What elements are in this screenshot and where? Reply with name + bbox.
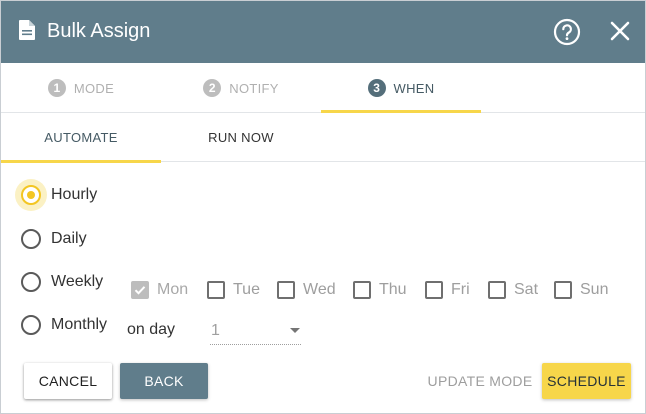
weekday-label: Sun — [580, 281, 609, 298]
checkbox[interactable] — [554, 281, 572, 299]
checkbox[interactable] — [425, 281, 443, 299]
weekday-label: Fri — [451, 281, 470, 298]
step-when[interactable]: 3 WHEN — [321, 63, 481, 113]
check-icon — [134, 286, 146, 295]
schedule-tabs: AUTOMATE RUN NOW — [1, 113, 645, 163]
weekday-checkbox-mon[interactable]: Mon — [131, 279, 188, 301]
help-circle-icon[interactable] — [553, 18, 581, 46]
weekday-label: Tue — [233, 281, 260, 298]
checkbox[interactable] — [207, 281, 225, 299]
radio-label: Monthly — [51, 316, 108, 333]
checkbox[interactable] — [131, 281, 149, 299]
weekday-checkbox-fri[interactable]: Fri — [425, 279, 470, 301]
radio-button[interactable] — [21, 272, 41, 292]
cancel-button[interactable]: CANCEL — [24, 363, 112, 399]
step-label: WHEN — [393, 80, 435, 96]
radio-label: Weekly — [51, 273, 104, 290]
day-of-month-select[interactable]: 1 — [210, 317, 301, 345]
schedule-button[interactable]: SCHEDULE — [542, 363, 631, 399]
step-number: 3 — [367, 79, 386, 97]
back-button[interactable]: BACK — [120, 363, 208, 399]
checkbox[interactable] — [277, 281, 295, 299]
weekday-checkbox-tue[interactable]: Tue — [207, 279, 260, 301]
radio-button[interactable] — [21, 229, 41, 249]
step-notify[interactable]: 2 NOTIFY — [161, 63, 321, 113]
dialog-title: Bulk Assign — [47, 20, 151, 42]
weekday-label: Sat — [514, 281, 539, 298]
weekday-label: Wed — [303, 281, 336, 298]
radio-label: Daily — [51, 230, 87, 247]
step-number: 2 — [203, 79, 222, 97]
update-mode-button[interactable]: UPDATE MODE — [427, 363, 533, 399]
weekday-checkbox-thu[interactable]: Thu — [353, 279, 407, 301]
weekday-label: Thu — [379, 281, 407, 298]
radio-button[interactable] — [21, 315, 41, 335]
close-icon[interactable] — [607, 18, 633, 44]
step-label: MODE — [73, 80, 115, 96]
radio-button[interactable] — [21, 185, 41, 205]
weekday-label: Mon — [157, 281, 189, 298]
stepper: 1 MODE 2 NOTIFY 3 WHEN — [1, 63, 645, 113]
step-mode[interactable]: 1 MODE — [1, 63, 161, 113]
step-number: 1 — [47, 79, 66, 97]
bulk-assign-dialog: Bulk Assign 1 MODE 2 NOTIFY 3 WHEN AUTOM… — [0, 0, 646, 414]
document-icon — [19, 20, 35, 40]
dialog-header: Bulk Assign — [1, 1, 645, 63]
step-label: NOTIFY — [229, 80, 279, 96]
tab-run-now[interactable]: RUN NOW — [161, 113, 321, 162]
checkbox[interactable] — [353, 281, 371, 299]
dropdown-arrow-icon — [290, 328, 300, 333]
checkbox[interactable] — [488, 281, 506, 299]
on-day-label: on day — [127, 321, 176, 338]
tab-automate[interactable]: AUTOMATE — [1, 113, 161, 163]
weekday-checkbox-wed[interactable]: Wed — [277, 279, 336, 301]
weekday-checkbox-sat[interactable]: Sat — [488, 279, 538, 301]
day-of-month-value: 1 — [211, 322, 220, 339]
weekday-checkbox-sun[interactable]: Sun — [554, 279, 608, 301]
radio-label: Hourly — [51, 186, 98, 203]
